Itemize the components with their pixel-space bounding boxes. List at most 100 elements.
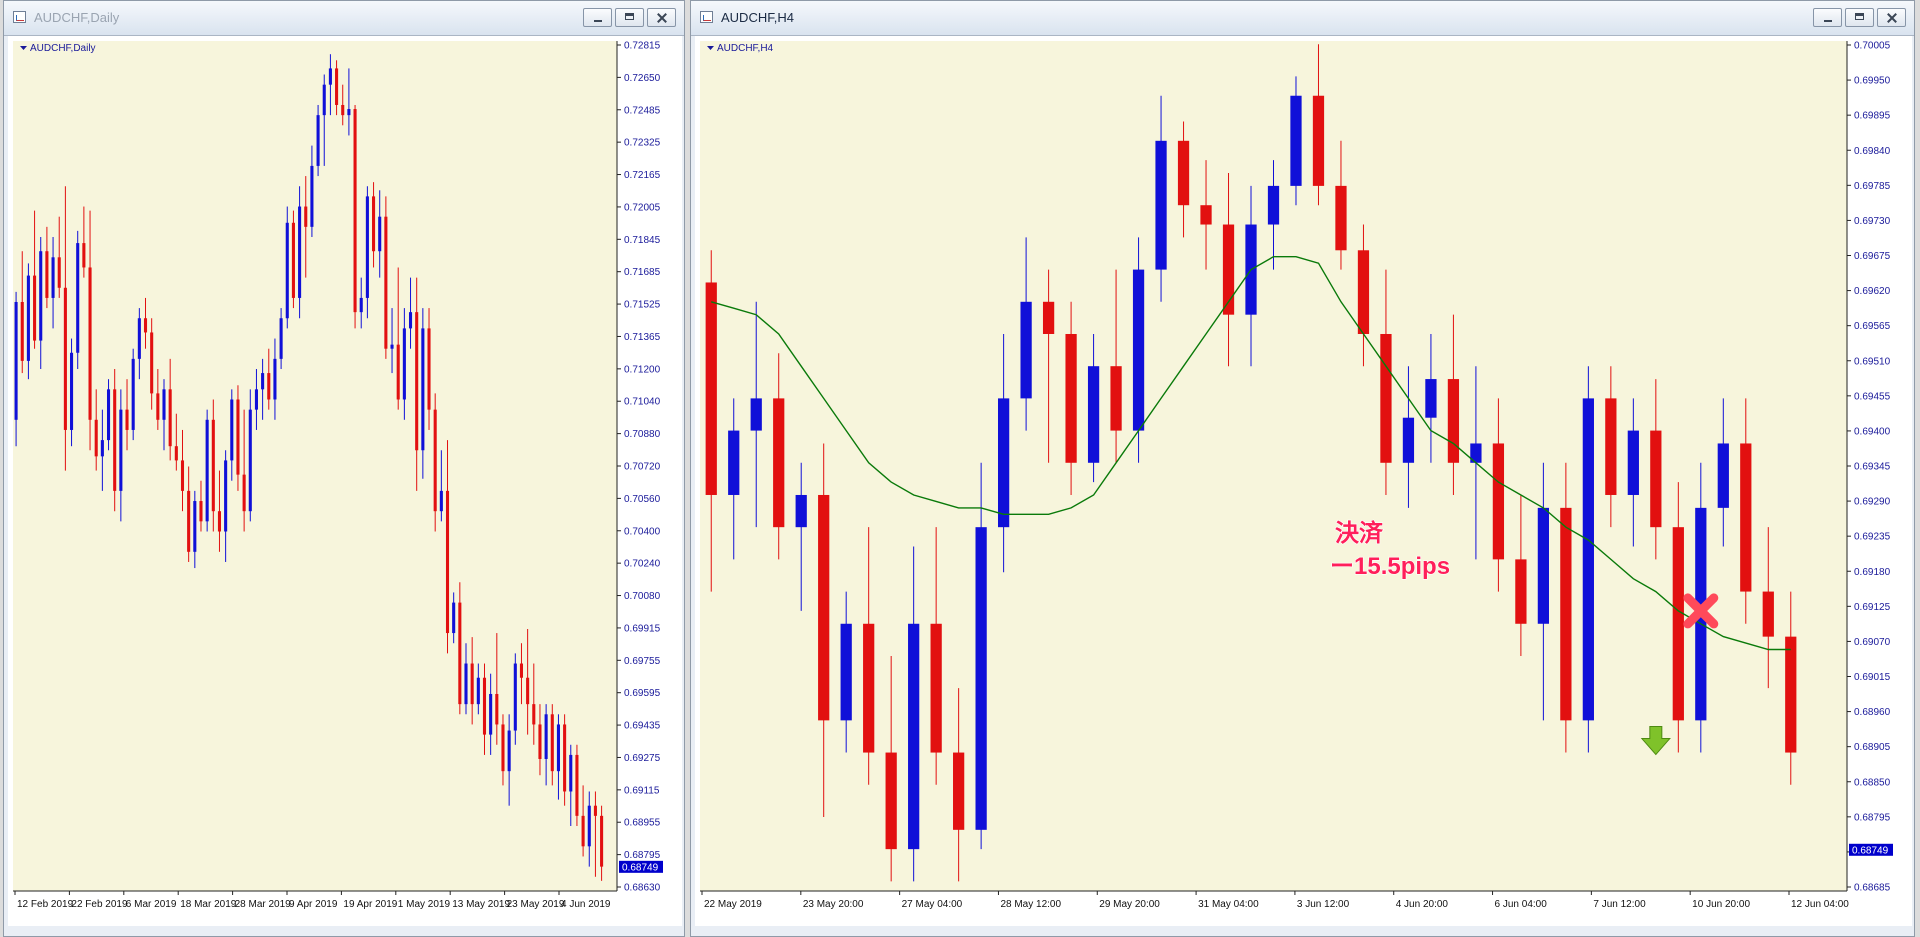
bear-candle bbox=[1605, 398, 1617, 495]
bear-candle bbox=[600, 815, 604, 867]
bull-candle bbox=[205, 419, 209, 522]
bear-candle bbox=[482, 677, 487, 735]
restore-button[interactable] bbox=[615, 8, 644, 27]
price-tick-label: 0.69565 bbox=[1854, 321, 1891, 332]
bull-candle bbox=[322, 84, 326, 116]
price-tick-label: 0.70720 bbox=[624, 462, 661, 473]
price-tick-label: 0.69125 bbox=[1854, 602, 1891, 613]
price-tick-label: 0.68630 bbox=[624, 883, 661, 894]
window-title: AUDCHF,Daily bbox=[34, 10, 120, 25]
bear-candle bbox=[88, 267, 92, 420]
bear-candle bbox=[33, 275, 37, 341]
time-tick-label: 9 Apr 2019 bbox=[289, 899, 338, 910]
bear-candle bbox=[304, 206, 308, 227]
title-bar[interactable]: AUDCHF,Daily bbox=[4, 1, 684, 36]
bear-candle bbox=[863, 623, 875, 753]
price-tick-label: 0.71040 bbox=[624, 397, 661, 408]
bull-candle bbox=[230, 399, 234, 461]
title-bar[interactable]: AUDCHF,H4 bbox=[691, 1, 1914, 36]
price-tick-label: 0.69275 bbox=[624, 753, 661, 764]
price-tick-label: 0.69435 bbox=[624, 721, 661, 732]
price-tick-label: 0.71365 bbox=[624, 332, 661, 343]
bear-candle bbox=[199, 501, 203, 522]
bull-candle bbox=[254, 389, 258, 410]
price-tick-label: 0.69785 bbox=[1854, 181, 1891, 192]
bear-candle bbox=[818, 494, 830, 721]
bull-candle bbox=[556, 724, 560, 772]
bear-candle bbox=[930, 623, 942, 753]
time-tick-label: 1 May 2019 bbox=[398, 899, 451, 910]
restore-button[interactable] bbox=[1845, 8, 1874, 27]
bull-candle bbox=[569, 754, 573, 792]
bear-candle bbox=[953, 752, 965, 830]
pips-label: ー15.5pips bbox=[1330, 553, 1450, 580]
bull-candle bbox=[544, 714, 548, 759]
bull-candle bbox=[26, 275, 30, 361]
bull-candle bbox=[489, 693, 493, 735]
bear-candle bbox=[427, 328, 431, 410]
minimize-button[interactable] bbox=[1813, 8, 1842, 27]
close-button[interactable] bbox=[1877, 8, 1906, 27]
bull-candle bbox=[359, 297, 363, 313]
price-tick-label: 0.69015 bbox=[1854, 672, 1891, 683]
bear-candle bbox=[174, 446, 178, 461]
bear-candle bbox=[211, 419, 215, 512]
price-tick-label: 0.69455 bbox=[1854, 391, 1891, 402]
h4-chart-area[interactable]: 0.70005 0.69950 0.69895 0.69840 0.69785 0.697… bbox=[695, 36, 1912, 926]
bull-candle bbox=[1020, 301, 1032, 399]
price-tick-label: 0.71685 bbox=[624, 267, 661, 278]
bull-candle bbox=[70, 352, 74, 430]
bear-candle bbox=[341, 104, 345, 116]
bear-candle bbox=[458, 602, 462, 705]
bear-candle bbox=[82, 243, 86, 268]
price-tick-label: 0.72325 bbox=[624, 138, 661, 149]
bull-candle bbox=[975, 527, 987, 830]
bear-candle bbox=[242, 474, 246, 512]
bear-candle bbox=[538, 724, 542, 759]
price-tick-label: 0.72165 bbox=[624, 170, 661, 181]
time-tick-label: 6 Jun 04:00 bbox=[1495, 899, 1548, 910]
bull-candle bbox=[1267, 185, 1280, 225]
window-h4[interactable]: AUDCHF,H4 0.70005 0.69950 0.69895 0.69840 0.… bbox=[690, 0, 1915, 937]
bull-candle bbox=[14, 301, 18, 420]
bear-candle bbox=[550, 714, 554, 772]
settle-label: 決済 bbox=[1335, 519, 1384, 547]
bull-candle bbox=[908, 623, 920, 850]
daily-chart-area[interactable]: 0.72815 0.72650 0.72485 0.72325 0.72165 0.720… bbox=[8, 36, 682, 926]
bull-candle bbox=[316, 115, 320, 166]
window-title: AUDCHF,H4 bbox=[721, 10, 794, 25]
bull-candle bbox=[1087, 366, 1100, 463]
bear-candle bbox=[168, 389, 172, 447]
time-tick-label: 4 Jun 20:00 bbox=[1396, 899, 1449, 910]
price-tick-label: 0.69235 bbox=[1854, 532, 1891, 543]
bull-candle bbox=[1402, 417, 1415, 463]
price-tick-label: 0.69950 bbox=[1854, 76, 1891, 87]
price-tick-label: 0.70005 bbox=[1854, 41, 1891, 52]
bull-candle bbox=[261, 373, 265, 390]
bear-candle bbox=[125, 409, 129, 430]
bull-candle bbox=[298, 206, 302, 298]
bull-candle bbox=[310, 165, 314, 227]
close-button[interactable] bbox=[647, 8, 676, 27]
bull-candle bbox=[408, 312, 413, 329]
price-tick-label: 0.69730 bbox=[1854, 216, 1891, 227]
bull-candle bbox=[1717, 443, 1729, 508]
bull-candle bbox=[439, 490, 443, 512]
bull-candle bbox=[402, 328, 406, 400]
current-price-label: 0.68749 bbox=[1852, 845, 1889, 856]
bull-candle bbox=[421, 328, 425, 451]
bear-candle bbox=[433, 409, 437, 512]
bear-candle bbox=[593, 805, 597, 816]
bull-candle bbox=[464, 663, 468, 705]
bull-candle bbox=[795, 494, 807, 528]
minimize-button[interactable] bbox=[583, 8, 612, 27]
bull-candle bbox=[1425, 379, 1437, 418]
bear-candle bbox=[563, 724, 567, 792]
bull-candle bbox=[452, 602, 456, 634]
price-tick-label: 0.69510 bbox=[1854, 356, 1891, 367]
price-tick-label: 0.69755 bbox=[624, 656, 661, 667]
time-tick-label: 3 Jun 12:00 bbox=[1297, 899, 1350, 910]
bull-candle bbox=[248, 409, 252, 512]
window-daily[interactable]: AUDCHF,Daily 0.72815 0.72650 0.72485 0.7232… bbox=[3, 0, 685, 937]
bull-candle bbox=[1290, 95, 1302, 186]
